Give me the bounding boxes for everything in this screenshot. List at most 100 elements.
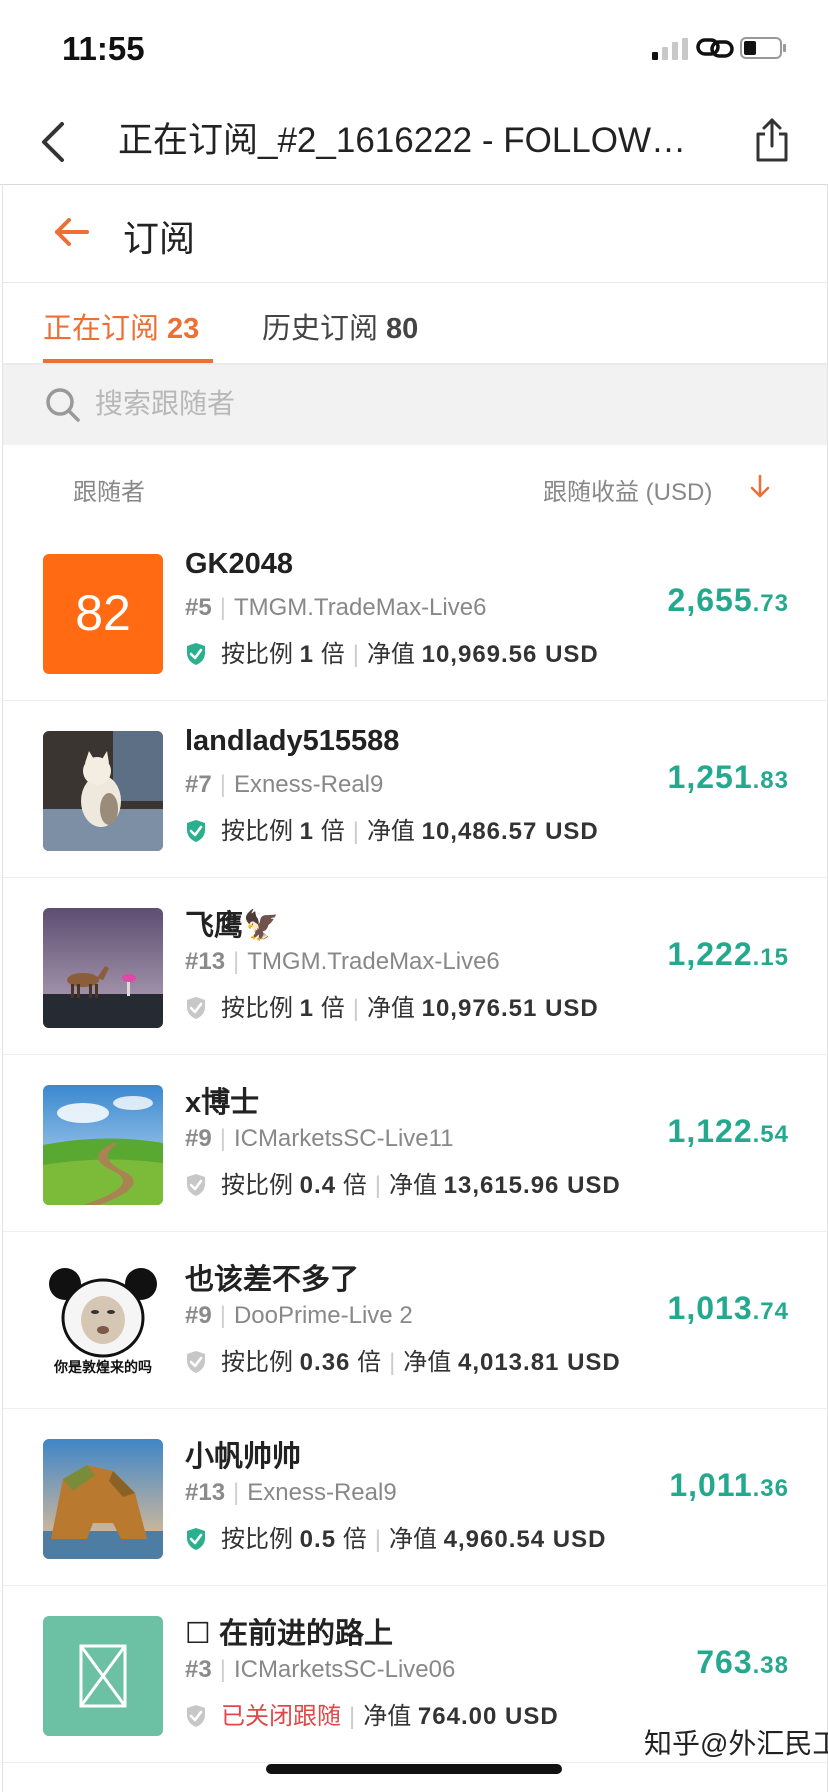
ratio-label: 按比例 (221, 641, 293, 668)
divider: | (219, 1125, 226, 1152)
svg-text:82: 82 (75, 585, 131, 641)
follower-rank: #9 (185, 1302, 212, 1329)
follower-meta: #5 | TMGM.TradeMax-Live6 (185, 594, 486, 622)
avatar[interactable] (43, 1616, 163, 1736)
follower-row[interactable]: 飞鹰🦅 #13 | TMGM.TradeMax-Live6 按比例 1 倍 | 净值 10,… (3, 878, 827, 1055)
sort-by-profit-button[interactable]: 跟随收益 (USD) (543, 472, 712, 507)
follower-name[interactable]: ☐ 在前进的路上 (185, 1610, 393, 1652)
search-input[interactable] (95, 379, 695, 429)
broker-server: TMGM.TradeMax-Live6 (233, 594, 487, 621)
navigation-bar: 正在订阅_#2_1616222 - FOLLOWERS (0, 100, 828, 185)
avatar[interactable] (43, 1439, 163, 1559)
divider: | (389, 1349, 396, 1376)
follower-profit: 2,655.73 (667, 582, 789, 618)
follower-meta: #3 | ICMarketsSC-Live06 (185, 1656, 455, 1684)
follower-row[interactable]: 小帆帅帅 #13 | Exness-Real9 按比例 0.5 倍 | 净值 4,960.5… (3, 1409, 827, 1586)
follower-name[interactable]: GK2048 (185, 548, 293, 581)
equity-value: 10,976.51 USD (421, 995, 599, 1022)
status-closed-label: 已关闭跟随 (221, 1703, 341, 1730)
active-tab-indicator (43, 359, 213, 363)
follower-name[interactable]: landlady515588 (185, 725, 399, 758)
follower-rank: #5 (185, 594, 212, 621)
back-arrow-icon[interactable] (51, 212, 91, 252)
tab-bar: 正在订阅 23 历史订阅 80 (3, 283, 827, 365)
avatar[interactable]: 你是敦煌来的吗 (43, 1262, 163, 1382)
equity-label: 净值 (388, 1526, 437, 1553)
search-icon (46, 388, 80, 422)
divider: | (219, 771, 226, 798)
follower-meta: #7 | Exness-Real9 (185, 771, 383, 799)
divider: | (374, 1172, 381, 1199)
ratio-suffix: 倍 (320, 995, 345, 1022)
follower-profit: 1,122.54 (667, 1113, 789, 1149)
follower-list: 82 GK2048 #5 | TMGM.TradeMax-Live6 按比例 1 倍 | 净值… (3, 524, 827, 1763)
equity-value: 764.00 USD (417, 1703, 559, 1730)
ratio-suffix: 倍 (357, 1349, 382, 1376)
equity-value: 13,615.96 USD (443, 1172, 621, 1199)
follow-info: 已关闭跟随 | 净值 764.00 USD (185, 1696, 559, 1731)
divider: | (219, 1656, 226, 1683)
follower-name[interactable]: 也该差不多了 (185, 1256, 359, 1298)
equity-label: 净值 (403, 1349, 452, 1376)
divider: | (352, 818, 359, 845)
verified-shield-icon (187, 643, 205, 665)
unverified-shield-icon (187, 1174, 205, 1196)
equity-label: 净值 (388, 1172, 437, 1199)
ratio-value: 0.5 (299, 1526, 337, 1553)
equity-value: 10,486.57 USD (421, 818, 599, 845)
status-time: 11:55 (62, 30, 145, 67)
follower-name[interactable]: 小帆帅帅 (185, 1433, 301, 1475)
ratio-value: 1 (299, 818, 315, 845)
status-bar: 11:55 (0, 0, 828, 90)
ratio-value: 1 (299, 995, 315, 1022)
ratio-suffix: 倍 (320, 641, 345, 668)
sort-descending-icon[interactable] (747, 472, 773, 502)
follower-row[interactable]: x博士 #9 | ICMarketsSC-Live11 按比例 0.4 倍 | 净值 13,… (3, 1055, 827, 1232)
follower-meta: #13 | TMGM.TradeMax-Live6 (185, 948, 500, 976)
page-title: 订阅 (123, 218, 196, 259)
follower-row[interactable]: 你是敦煌来的吗 也该差不多了 #9 | DooPrime-Live 2 按比例 0.36 … (3, 1232, 827, 1409)
follow-info: 按比例 0.5 倍 | 净值 4,960.54 USD (185, 1519, 606, 1554)
follower-row[interactable]: 82 GK2048 #5 | TMGM.TradeMax-Live6 按比例 1 倍 | 净值… (3, 524, 827, 701)
broker-server: TMGM.TradeMax-Live6 (247, 948, 500, 975)
ratio-suffix: 倍 (342, 1172, 367, 1199)
broker-server: Exness-Real9 (247, 1479, 397, 1506)
follower-profit: 1,222.15 (667, 936, 789, 972)
avatar[interactable] (43, 1085, 163, 1205)
list-column-header: 跟随者 跟随收益 (USD) (3, 446, 827, 524)
broker-server: Exness-Real9 (233, 771, 384, 798)
follower-name[interactable]: x博士 (185, 1079, 259, 1121)
follower-row[interactable]: landlady515588 #7 | Exness-Real9 按比例 1 倍 | 净值 … (3, 701, 827, 878)
unverified-shield-icon (187, 1705, 205, 1727)
home-indicator (266, 1764, 562, 1774)
equity-label: 净值 (366, 641, 415, 668)
watermark: 知乎@外汇民工 (644, 1728, 828, 1759)
tab-history-subscriptions[interactable]: 历史订阅 80 (262, 305, 418, 347)
follow-info: 按比例 1 倍 | 净值 10,976.51 USD (185, 988, 599, 1023)
follower-name[interactable]: 飞鹰🦅 (185, 902, 279, 944)
avatar[interactable] (43, 731, 163, 851)
ratio-label: 按比例 (221, 818, 293, 845)
follow-info: 按比例 0.36 倍 | 净值 4,013.81 USD (185, 1342, 621, 1377)
follower-meta: #9 | DooPrime-Live 2 (185, 1302, 413, 1330)
equity-value: 4,013.81 USD (457, 1349, 621, 1376)
follower-profit: 763.38 (696, 1644, 789, 1680)
ratio-label: 按比例 (221, 1349, 293, 1376)
ratio-label: 按比例 (221, 1526, 293, 1553)
ratio-value: 0.36 (299, 1349, 351, 1376)
ratio-label: 按比例 (221, 995, 293, 1022)
tab-current-subscriptions[interactable]: 正在订阅 23 (43, 305, 199, 347)
avatar[interactable]: 82 (43, 554, 163, 674)
search-bar (3, 365, 827, 445)
ratio-value: 1 (299, 641, 315, 668)
broker-server: ICMarketsSC-Live06 (233, 1656, 456, 1683)
equity-value: 10,969.56 USD (421, 641, 599, 668)
tab-label: 历史订阅 (262, 313, 379, 345)
back-chevron-icon[interactable] (34, 116, 74, 168)
ratio-suffix: 倍 (342, 1526, 367, 1553)
avatar[interactable] (43, 908, 163, 1028)
divider: | (233, 1479, 240, 1506)
follower-meta: #13 | Exness-Real9 (185, 1479, 397, 1507)
share-icon[interactable] (752, 114, 792, 166)
divider: | (219, 1302, 226, 1329)
